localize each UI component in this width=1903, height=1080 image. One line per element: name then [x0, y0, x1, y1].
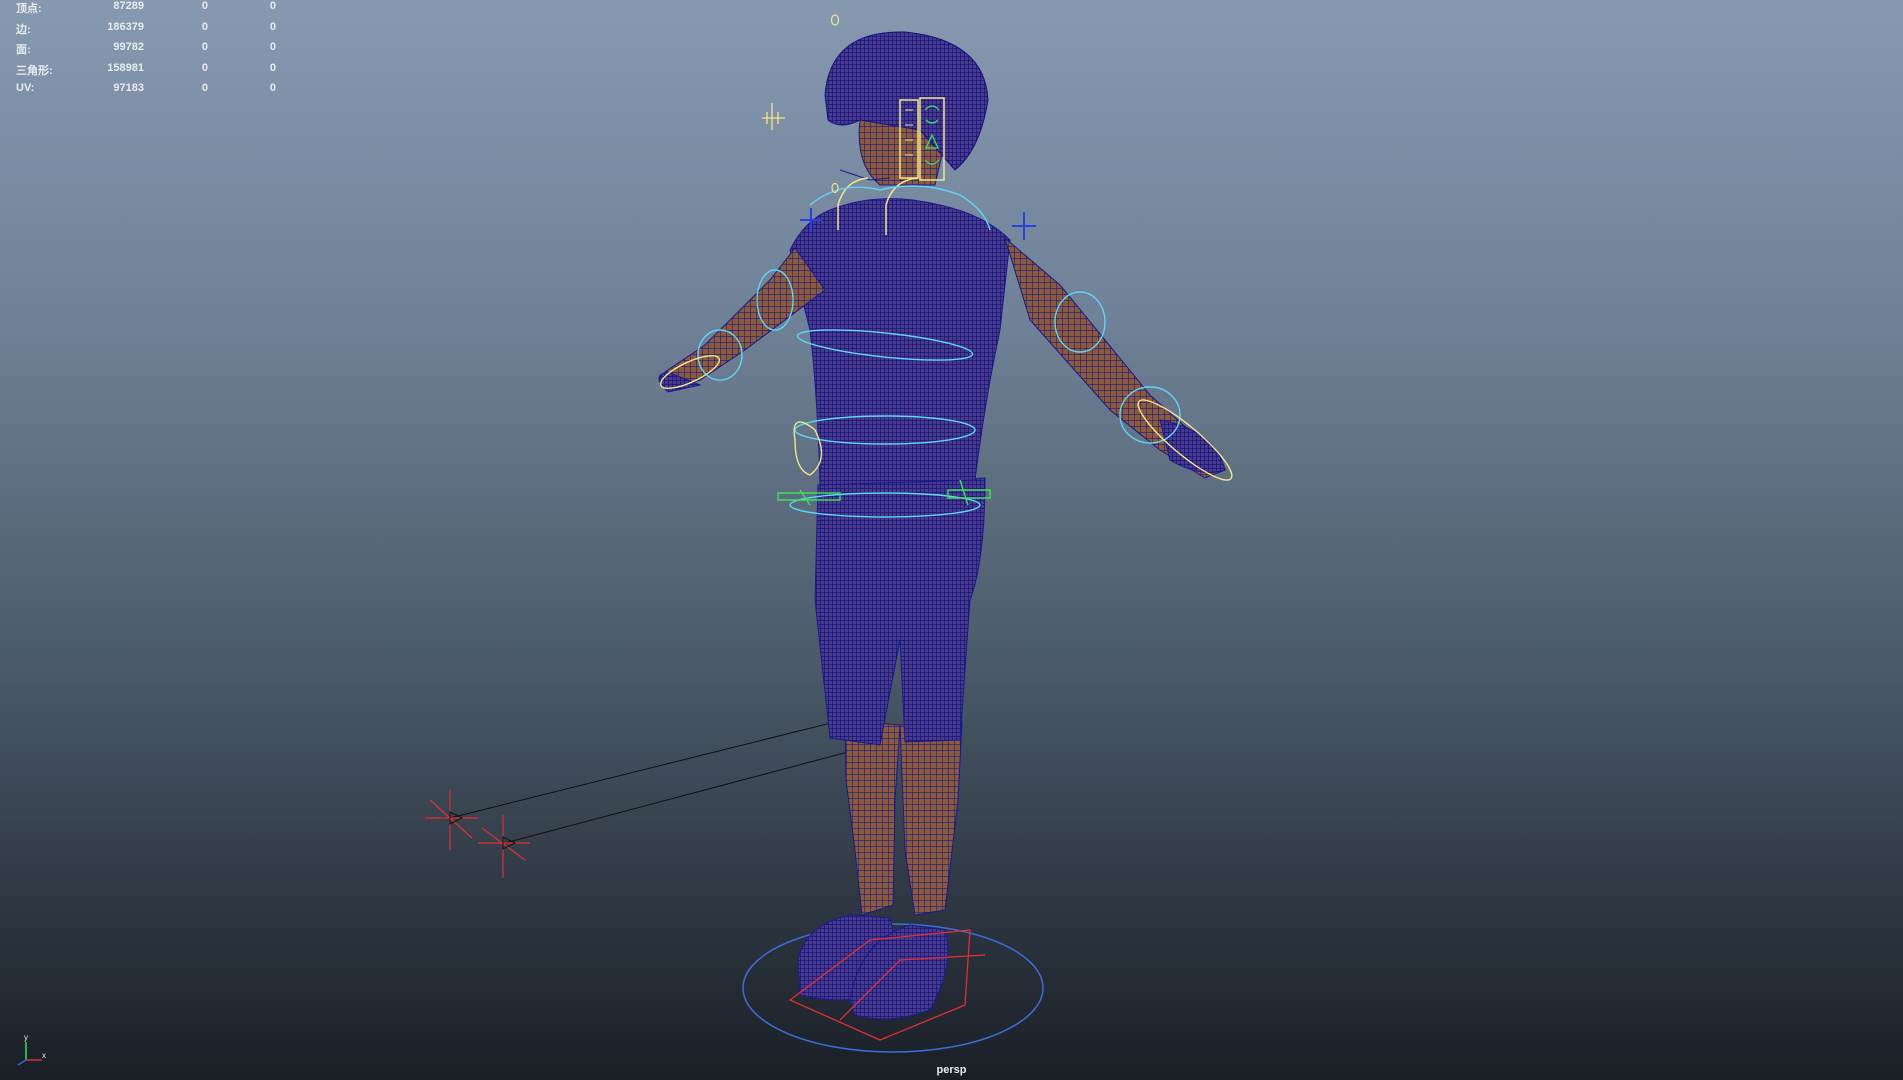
character-feet[interactable]	[788, 914, 986, 1041]
camera-name-label: persp	[936, 1064, 967, 1076]
axis-label-x: x	[42, 1051, 46, 1060]
character-head[interactable]	[824, 31, 989, 186]
character-shorts[interactable]	[814, 477, 986, 746]
character-legs[interactable]	[844, 719, 963, 916]
axis-label-y: y	[24, 1033, 28, 1042]
character-torso[interactable]	[789, 198, 1011, 486]
pole-vector-locators[interactable]	[425, 721, 849, 878]
view-axis-gizmo: y x	[17, 1033, 46, 1066]
viewport-3d[interactable]	[0, 0, 1903, 1080]
